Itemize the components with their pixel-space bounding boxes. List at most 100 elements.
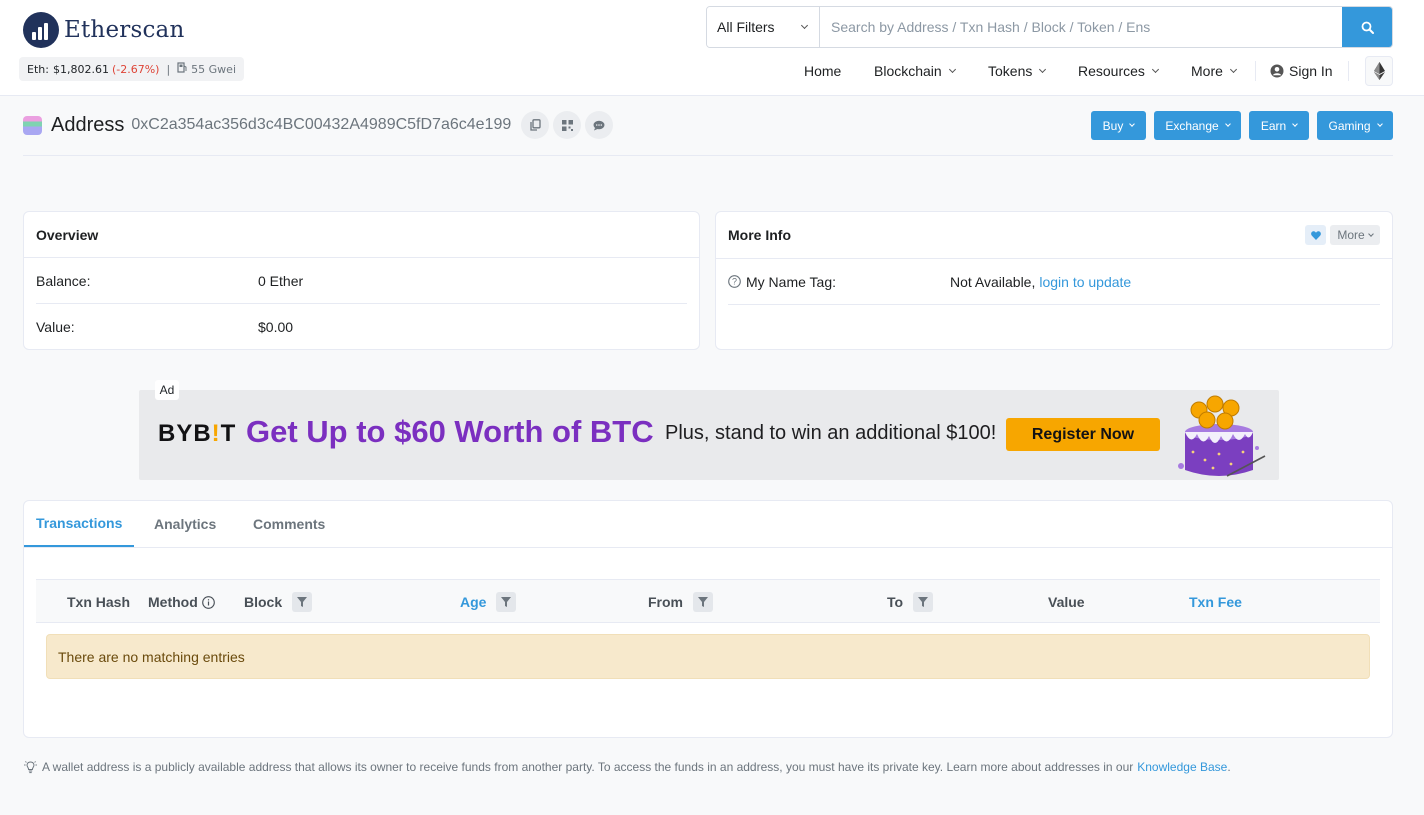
question-circle-icon: ?: [728, 275, 741, 288]
chevron-down-icon: [1367, 230, 1374, 237]
col-txn-hash: Txn Hash: [67, 594, 131, 610]
ad-label: Ad: [155, 380, 179, 400]
nav-resources-label: Resources: [1078, 63, 1145, 79]
address-info-end: .: [1227, 760, 1231, 774]
network-switch-button[interactable]: [1365, 56, 1393, 86]
chevron-down-icon: [1224, 121, 1231, 127]
ethereum-icon: [1373, 62, 1385, 80]
buy-label: Buy: [1102, 118, 1124, 133]
bybit-logo-part: !: [211, 420, 221, 447]
eth-price-value[interactable]: $1,802.61: [53, 63, 109, 76]
comment-button[interactable]: [585, 111, 614, 139]
gas-price[interactable]: 55 Gwei: [191, 63, 236, 76]
ad-headline: Get Up to $60 Worth of BTC: [246, 414, 654, 449]
bybit-logo: BYB!T: [158, 420, 236, 448]
tab-transactions[interactable]: Transactions: [24, 501, 134, 547]
ad-subline: Plus, stand to win an additional $100!: [665, 422, 997, 444]
chevron-down-icon: [800, 21, 809, 29]
more-info-card: More Info More ? My Name Tag: Not Availa…: [715, 211, 1393, 350]
nav-more[interactable]: More: [1191, 55, 1237, 87]
watchlist-button[interactable]: [1305, 225, 1326, 245]
search-input[interactable]: [820, 7, 1342, 47]
qr-code-button[interactable]: [553, 111, 582, 139]
col-method: Method: [148, 580, 215, 624]
copy-icon: [530, 119, 541, 131]
value-row: Value: $0.00: [36, 304, 687, 349]
col-method-label: Method: [148, 594, 198, 610]
buy-button[interactable]: Buy: [1091, 111, 1146, 140]
overview-heading: Overview: [24, 212, 699, 258]
nav-more-label: More: [1191, 63, 1223, 79]
more-options-button[interactable]: More: [1330, 225, 1380, 245]
nav-home-label: Home: [804, 63, 842, 79]
nav-divider: [1255, 61, 1256, 81]
bybit-ad-banner[interactable]: BYB!T Get Up to $60 Worth of BTC Plus, s…: [139, 390, 1279, 480]
exchange-label: Exchange: [1165, 118, 1219, 133]
login-to-update-link[interactable]: login to update: [1039, 274, 1131, 290]
nav-blockchain[interactable]: Blockchain: [874, 55, 956, 87]
sign-in-link[interactable]: Sign In: [1270, 55, 1333, 87]
chevron-down-icon: [1229, 65, 1237, 74]
no-entries-message: There are no matching entries: [46, 634, 1370, 679]
name-tag-label: My Name Tag:: [746, 273, 836, 290]
filter-icon[interactable]: [693, 592, 713, 612]
brand-name: Etherscan: [64, 17, 185, 43]
name-tag-row: ? My Name Tag: Not Available, login to u…: [728, 259, 1380, 304]
chevron-down-icon: [1039, 65, 1047, 74]
site-header: Etherscan Eth: $1,802.61 (-2.67%) | 55 G…: [0, 0, 1424, 96]
chevron-down-icon: [1292, 121, 1299, 127]
col-from: From: [648, 580, 713, 624]
nav-resources[interactable]: Resources: [1078, 55, 1159, 87]
heart-icon: [1310, 230, 1321, 240]
col-block: Block: [244, 580, 313, 624]
search-icon: [1361, 21, 1374, 34]
info-circle-icon[interactable]: [201, 595, 215, 609]
search-filter-select[interactable]: All Filters: [707, 7, 820, 47]
earn-label: Earn: [1260, 118, 1287, 133]
address-title-row: Address 0xC2a354ac356d3c4BC00432A4989C5f…: [23, 108, 614, 142]
transactions-table-header: Txn Hash Method Block Age From To Value …: [36, 579, 1380, 623]
chevron-down-icon: [948, 65, 956, 74]
svg-text:?: ?: [732, 277, 737, 287]
name-tag-value: Not Available,: [950, 273, 1036, 290]
gaming-button[interactable]: Gaming: [1317, 111, 1393, 140]
btc-cake-illustration: [1178, 395, 1266, 477]
filter-icon[interactable]: [496, 592, 517, 612]
register-now-button[interactable]: Register Now: [1006, 418, 1160, 451]
filter-icon[interactable]: [292, 592, 313, 612]
name-tag-label-wrap: ? My Name Tag:: [728, 274, 950, 290]
knowledge-base-link[interactable]: Knowledge Base: [1137, 760, 1227, 774]
earn-button[interactable]: Earn: [1249, 111, 1309, 140]
tab-analytics[interactable]: Analytics: [134, 501, 240, 547]
eth-price-change: (-2.67%): [111, 62, 160, 76]
filter-icon[interactable]: [913, 592, 934, 612]
more-info-heading: More Info: [728, 227, 791, 243]
user-circle-icon: [1270, 64, 1284, 78]
search-button[interactable]: [1342, 7, 1392, 47]
etherscan-logo[interactable]: Etherscan: [23, 12, 184, 48]
eth-price-label: Eth:: [27, 62, 49, 76]
divider: |: [166, 62, 171, 76]
nav-home[interactable]: Home: [804, 55, 841, 87]
comment-icon: [593, 120, 605, 130]
search-bar: All Filters: [706, 6, 1393, 48]
gas-icon: [177, 62, 187, 76]
qr-code-icon: [561, 119, 573, 131]
balance-label: Balance:: [36, 272, 91, 289]
exchange-button[interactable]: Exchange: [1154, 111, 1241, 140]
page-title: Address: [51, 113, 125, 136]
nav-tokens[interactable]: Tokens: [988, 55, 1047, 87]
gaming-label: Gaming: [1328, 118, 1371, 133]
col-txn-fee[interactable]: Txn Fee: [1189, 580, 1242, 624]
col-block-label: Block: [244, 594, 283, 610]
value-label: Value:: [36, 318, 75, 335]
chevron-down-icon: [1129, 121, 1136, 127]
more-options-label: More: [1337, 228, 1365, 242]
copy-address-button[interactable]: [521, 111, 550, 139]
more-info-header: More Info More: [716, 212, 1392, 259]
col-value: Value: [1048, 594, 1085, 610]
col-from-label: From: [648, 594, 683, 610]
col-age-label[interactable]: Age: [460, 594, 486, 610]
address-info-note: A wallet address is a publicly available…: [23, 760, 1231, 774]
tab-comments[interactable]: Comments: [240, 501, 350, 547]
